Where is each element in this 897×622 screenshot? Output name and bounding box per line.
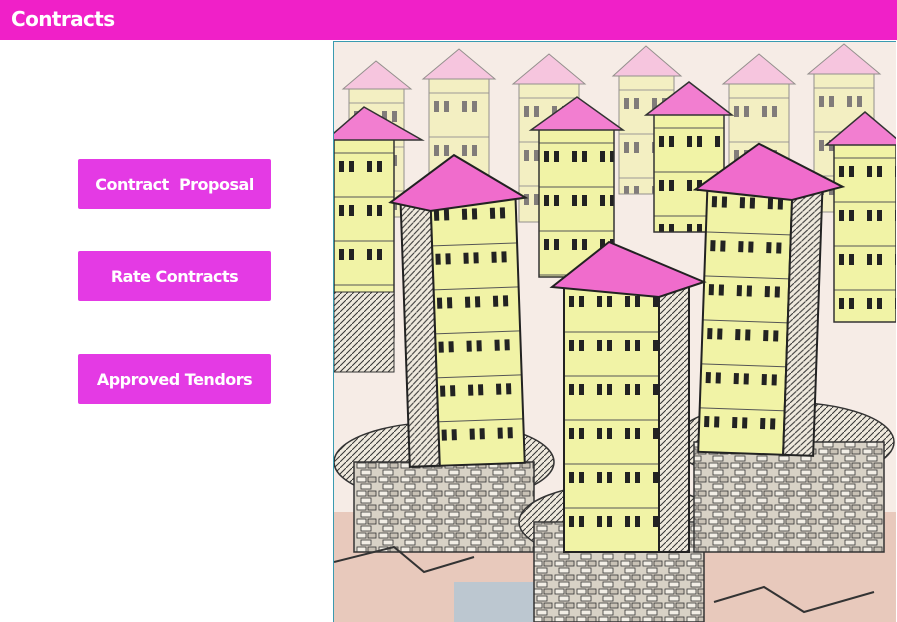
app-header: Contracts (0, 0, 897, 40)
contract-proposal-button[interactable]: Contract Proposal (78, 159, 271, 209)
page-title: Contracts (11, 7, 115, 31)
rate-contracts-button[interactable]: Rate Contracts (78, 251, 271, 301)
buildings-cartoon-icon (334, 42, 896, 622)
approved-tenders-button[interactable]: Approved Tendors (78, 354, 271, 404)
buildings-illustration (333, 41, 896, 622)
